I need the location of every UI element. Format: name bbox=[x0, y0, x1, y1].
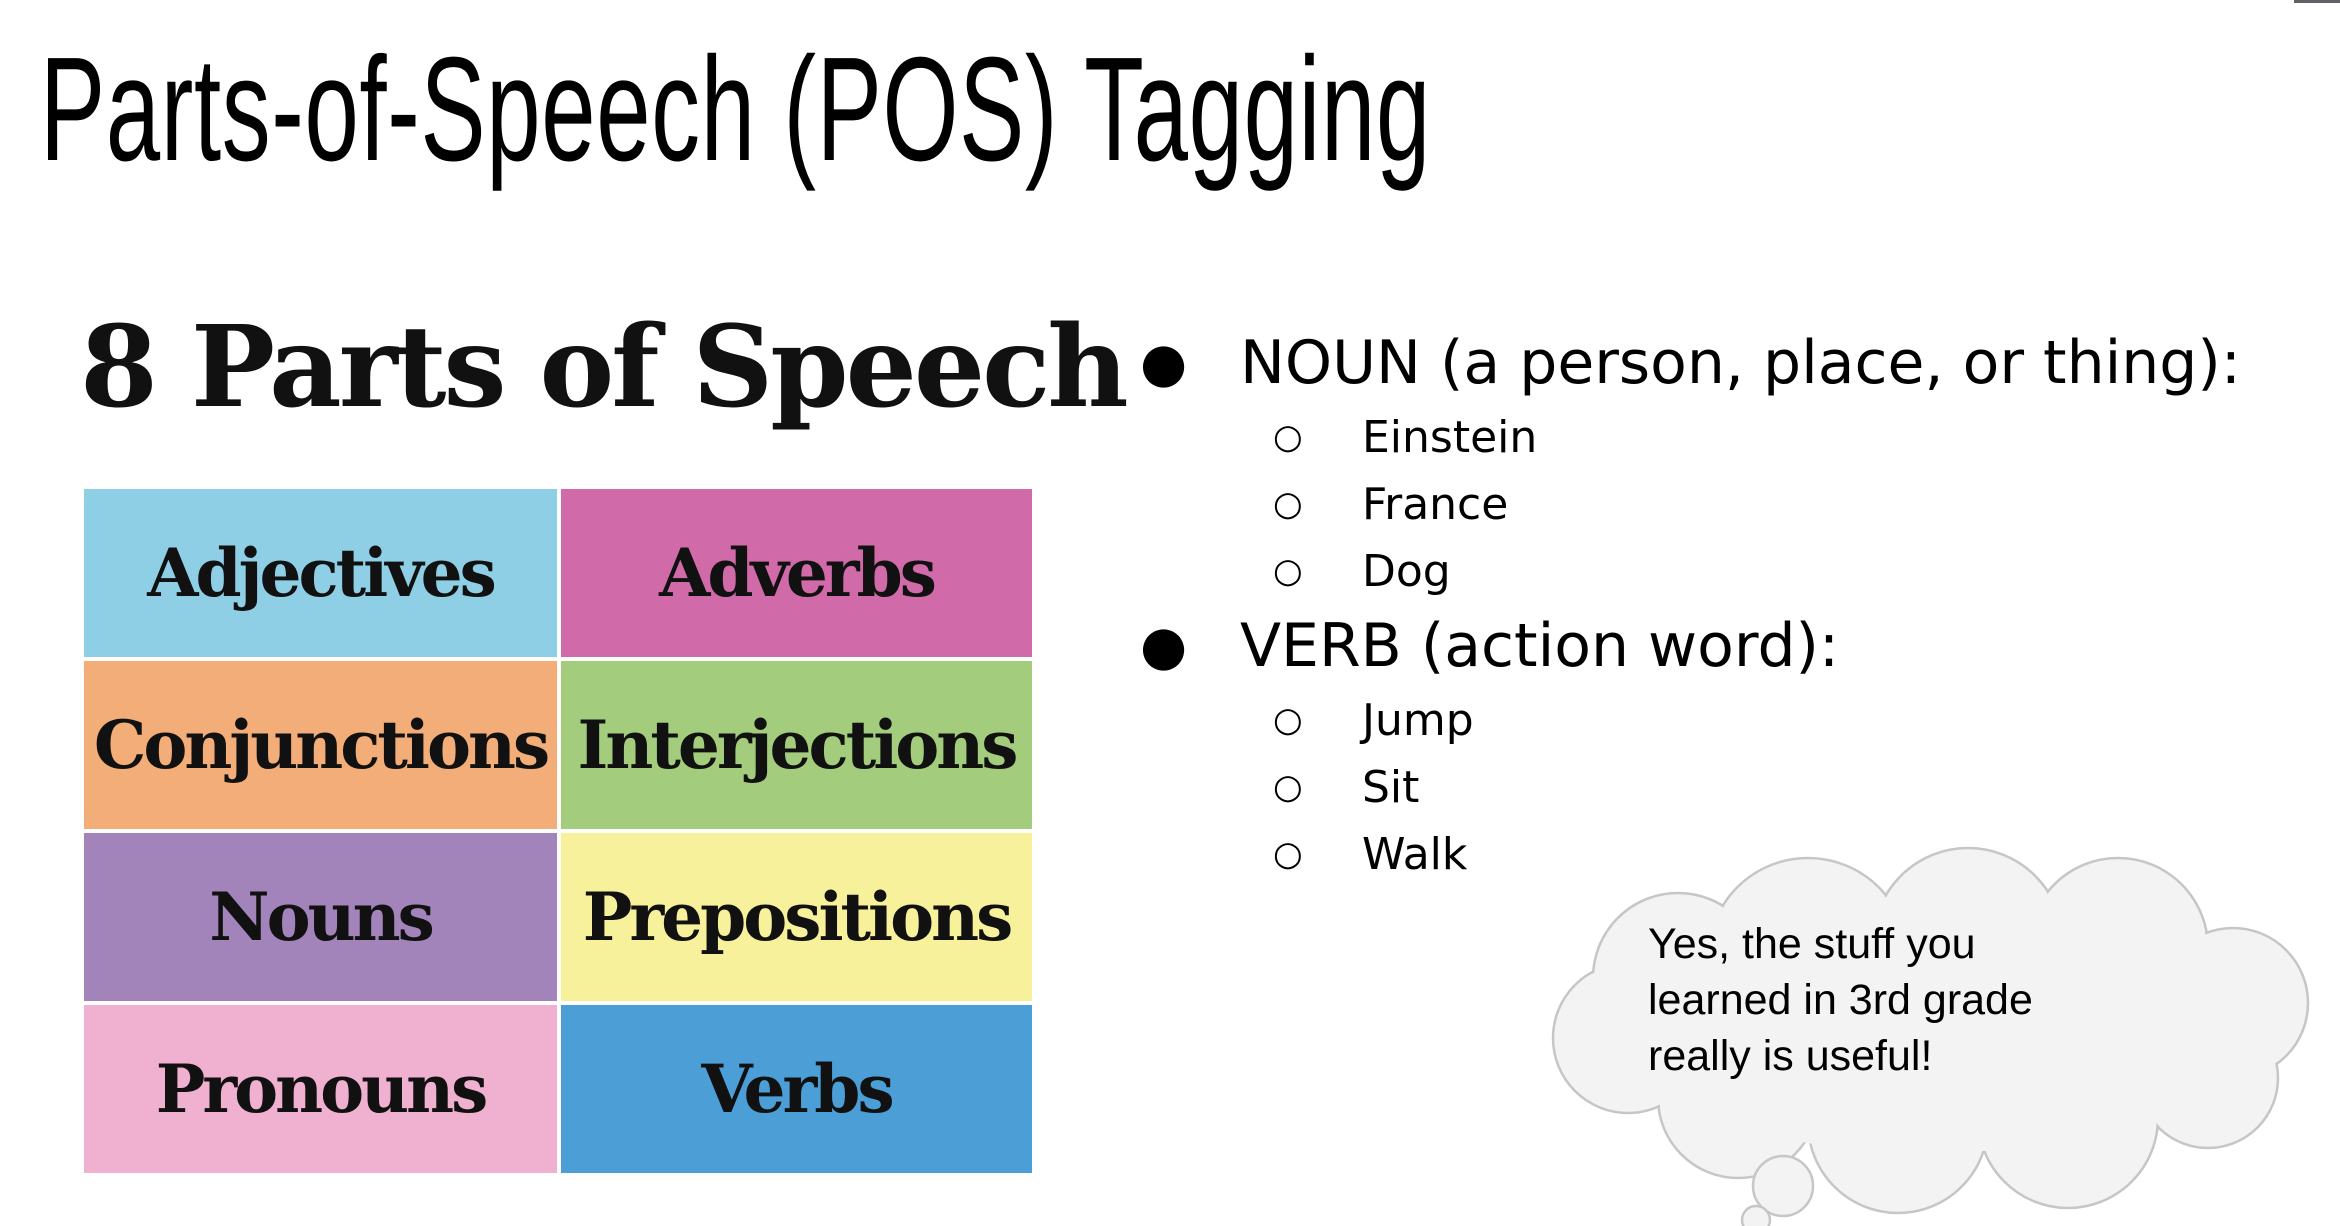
cell-prepositions: Prepositions bbox=[559, 831, 1034, 1003]
callout-line: really is useful! bbox=[1648, 1032, 1933, 1080]
callout-line: learned in 3rd grade bbox=[1648, 976, 2033, 1024]
thought-cloud-callout: Yes, the stuff you learned in 3rd grade … bbox=[1508, 828, 2338, 1226]
sub-bullet-text: Dog bbox=[1362, 546, 1451, 597]
bullet-dot-icon: ● bbox=[1140, 331, 1188, 394]
sub-bullet-text: Jump bbox=[1362, 695, 1474, 746]
cell-interjections: Interjections bbox=[559, 659, 1034, 831]
sub-bullet: ○ Jump bbox=[1140, 687, 2320, 754]
sub-bullet-text: Sit bbox=[1362, 762, 1420, 813]
callout-line: Yes, the stuff you bbox=[1648, 920, 1976, 968]
bullet-noun: ● NOUN (a person, place, or thing): bbox=[1140, 322, 2320, 404]
bullet-ring-icon: ○ bbox=[1273, 417, 1303, 457]
sub-bullet-text: Walk bbox=[1362, 829, 1468, 880]
bullet-text: VERB (action word): bbox=[1240, 611, 1840, 681]
cell-pronouns: Pronouns bbox=[82, 1003, 559, 1175]
sub-bullet: ○ Einstein bbox=[1140, 404, 2320, 471]
bullet-ring-icon: ○ bbox=[1273, 484, 1303, 524]
bullet-ring-icon: ○ bbox=[1273, 834, 1303, 874]
sub-bullet: ○ Sit bbox=[1140, 754, 2320, 821]
sub-bullet-text: Einstein bbox=[1362, 412, 1538, 463]
cell-adverbs: Adverbs bbox=[559, 487, 1034, 659]
bullet-ring-icon: ○ bbox=[1273, 551, 1303, 591]
cell-nouns: Nouns bbox=[82, 831, 559, 1003]
image-title: 8 Parts of Speech bbox=[80, 302, 1129, 433]
bullet-ring-icon: ○ bbox=[1273, 767, 1303, 807]
sub-bullet: ○ France bbox=[1140, 471, 2320, 538]
bullet-ring-icon: ○ bbox=[1273, 700, 1303, 740]
cell-conjunctions: Conjunctions bbox=[82, 659, 559, 831]
bullet-list: ● NOUN (a person, place, or thing): ○ Ein… bbox=[1140, 322, 2320, 888]
bullet-dot-icon: ● bbox=[1140, 614, 1188, 677]
bullet-text: NOUN (a person, place, or thing): bbox=[1240, 328, 2242, 398]
corner-mark bbox=[2294, 0, 2340, 3]
sub-bullet: ○ Dog bbox=[1140, 538, 2320, 605]
callout-text: Yes, the stuff you learned in 3rd grade … bbox=[1648, 916, 2168, 1084]
cell-verbs: Verbs bbox=[559, 1003, 1034, 1175]
parts-grid: Adjectives Adverbs Conjunctions Interjec… bbox=[82, 487, 1034, 1175]
cell-adjectives: Adjectives bbox=[82, 487, 559, 659]
slide-title: Parts-of-Speech (POS) Tagging bbox=[40, 27, 1431, 192]
bullet-verb: ● VERB (action word): bbox=[1140, 605, 2320, 687]
sub-bullet-text: France bbox=[1362, 479, 1509, 530]
parts-of-speech-image: 8 Parts of Speech Adjectives Adverbs Con… bbox=[72, 302, 1129, 1182]
